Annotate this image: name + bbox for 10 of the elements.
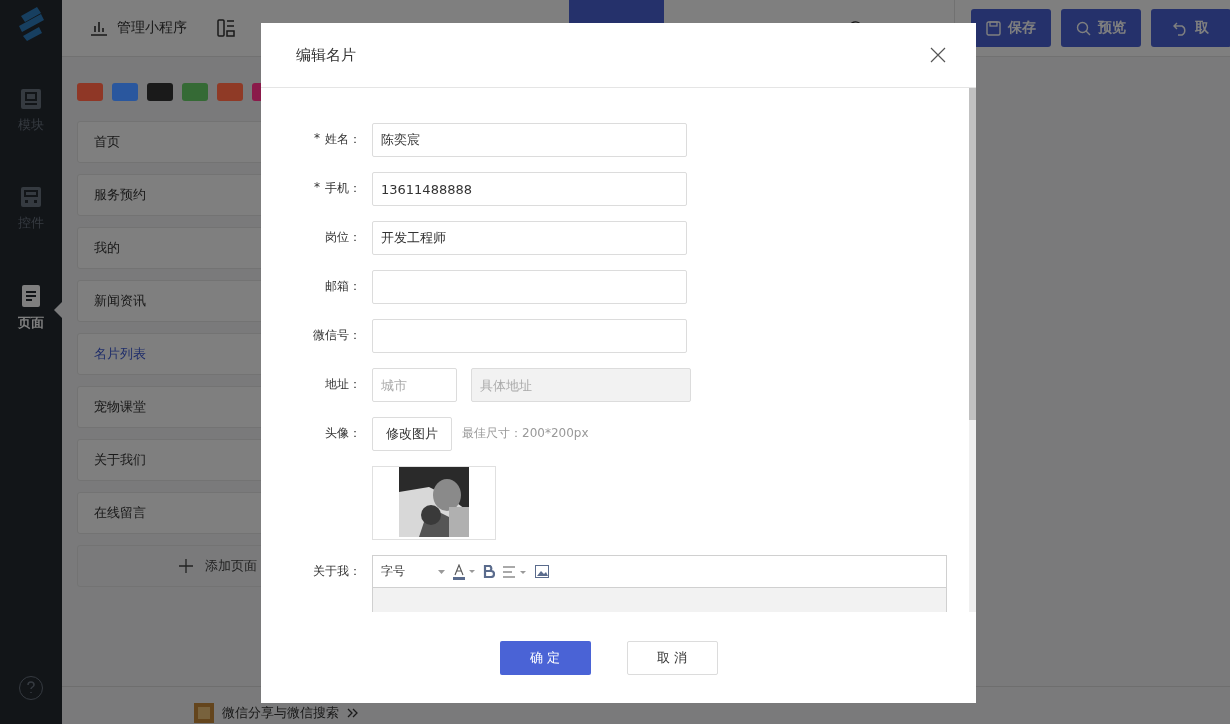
field-label: 关于我： <box>312 563 361 580</box>
required-mark: * <box>314 180 320 196</box>
size-hint: 最佳尺寸：200*200px <box>462 425 589 442</box>
required-mark: * <box>314 131 320 147</box>
field-label: 岗位： <box>325 229 361 246</box>
dialog-title: 编辑名片 <box>296 45 356 65</box>
field-label: 手机： <box>325 180 361 197</box>
field-label: 姓名： <box>325 131 361 148</box>
field-label: 邮箱： <box>325 278 361 295</box>
field-label: 头像： <box>324 425 361 442</box>
